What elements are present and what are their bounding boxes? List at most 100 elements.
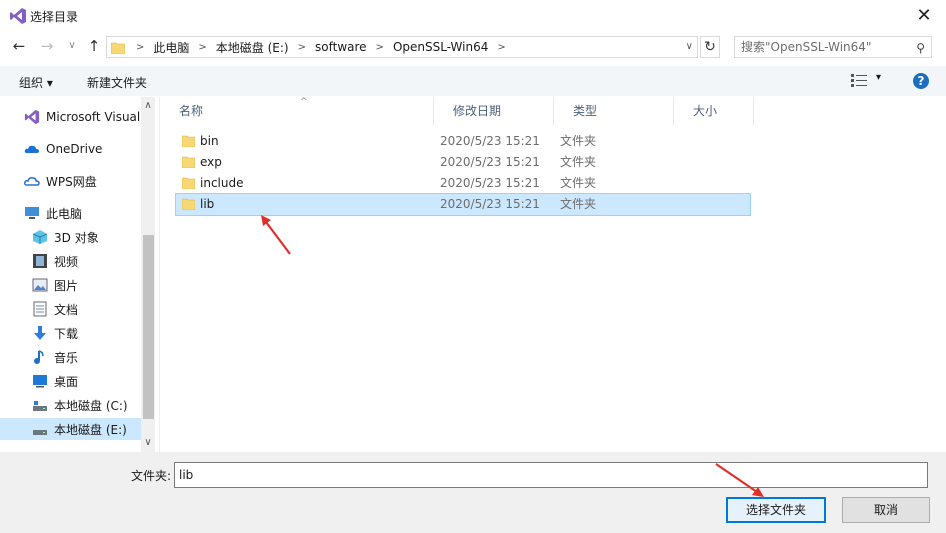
sidebar-item-label: 3D 对象 bbox=[54, 230, 99, 245]
crumb-separator: > bbox=[198, 41, 207, 53]
sidebar-item-videos[interactable]: 视频 bbox=[0, 250, 141, 272]
sidebar-item-label: 音乐 bbox=[54, 350, 79, 365]
sidebar-item-wps[interactable]: WPS网盘 bbox=[0, 170, 141, 192]
address-dropdown-button[interactable]: ∨ bbox=[686, 37, 693, 57]
sidebar-item-label: 视频 bbox=[54, 254, 79, 269]
folder-icon bbox=[182, 135, 195, 147]
sidebar-item-microsoft-visual[interactable]: Microsoft Visual bbox=[0, 106, 141, 128]
sidebar-item-onedrive[interactable]: OneDrive bbox=[0, 138, 141, 160]
file-date: 2020/5/23 15:21 bbox=[440, 197, 540, 211]
sidebar-item-3d[interactable]: 3D 对象 bbox=[0, 226, 141, 248]
scroll-up-button[interactable]: ∧ bbox=[141, 100, 155, 111]
address-bar[interactable]: > 此电脑 > 本地磁盘 (E:) > software > OpenSSL-W… bbox=[106, 36, 698, 58]
sidebar-item-label: 文档 bbox=[54, 302, 79, 317]
breadcrumb-this-pc[interactable]: 此电脑 bbox=[153, 39, 189, 56]
new-folder-button[interactable]: 新建文件夹 bbox=[87, 74, 147, 91]
select-folder-button[interactable]: 选择文件夹 bbox=[726, 497, 826, 523]
cancel-button[interactable]: 取消 bbox=[842, 497, 930, 523]
search-icon: ⚲ bbox=[916, 41, 925, 55]
file-date: 2020/5/23 15:21 bbox=[440, 134, 540, 148]
video-icon bbox=[33, 254, 47, 268]
sidebar-item-drive-e[interactable]: 本地磁盘 (E:) bbox=[0, 418, 141, 440]
drive-icon bbox=[33, 401, 47, 411]
drive-icon bbox=[33, 430, 47, 435]
crumb-separator: > bbox=[297, 41, 306, 53]
file-type: 文件夹 bbox=[560, 197, 597, 211]
recent-locations-button[interactable]: ∨ bbox=[62, 36, 82, 56]
sidebar-item-label: 桌面 bbox=[54, 374, 79, 389]
breadcrumb-openssl[interactable]: OpenSSL-Win64 bbox=[393, 40, 488, 54]
file-name: lib bbox=[200, 197, 215, 211]
desktop-icon bbox=[33, 375, 47, 388]
folder-icon bbox=[182, 156, 195, 168]
table-row[interactable]: exp 2020/5/23 15:21 文件夹 bbox=[176, 152, 750, 173]
computer-icon bbox=[25, 207, 39, 219]
sidebar-item-music[interactable]: 音乐 bbox=[0, 346, 141, 368]
download-icon bbox=[34, 326, 46, 340]
scroll-down-button[interactable]: ∨ bbox=[141, 437, 155, 448]
sidebar-item-label: Microsoft Visual bbox=[46, 110, 141, 124]
file-name: bin bbox=[200, 134, 219, 148]
scrollbar-thumb[interactable] bbox=[143, 235, 154, 419]
file-date: 2020/5/23 15:21 bbox=[440, 176, 540, 190]
crumb-separator: > bbox=[375, 41, 384, 53]
sidebar-item-label: 此电脑 bbox=[46, 206, 83, 221]
close-button[interactable]: ✕ bbox=[912, 5, 936, 27]
back-button[interactable]: ← bbox=[9, 36, 29, 56]
sidebar-item-downloads[interactable]: 下载 bbox=[0, 322, 141, 344]
music-icon bbox=[34, 350, 44, 364]
column-header-date[interactable]: 修改日期 bbox=[434, 97, 554, 125]
file-name: exp bbox=[200, 155, 222, 169]
sidebar-item-label: OneDrive bbox=[46, 142, 103, 156]
folder-name-input[interactable]: lib bbox=[174, 462, 928, 488]
folder-icon bbox=[111, 42, 125, 54]
picture-icon bbox=[32, 278, 48, 292]
file-type: 文件夹 bbox=[560, 176, 597, 190]
table-row[interactable]: include 2020/5/23 15:21 文件夹 bbox=[176, 173, 750, 194]
cube-icon bbox=[32, 230, 48, 244]
annotation-arrow-icon bbox=[261, 215, 291, 255]
file-name: include bbox=[200, 176, 244, 190]
folder-icon bbox=[182, 177, 195, 189]
sidebar-item-label: 下载 bbox=[54, 326, 79, 341]
sidebar-item-this-pc[interactable]: 此电脑 bbox=[0, 202, 141, 224]
crumb-separator: > bbox=[136, 41, 145, 53]
breadcrumb-drive-e[interactable]: 本地磁盘 (E:) bbox=[216, 39, 289, 56]
sidebar-item-label: 本地磁盘 (C:) bbox=[54, 398, 128, 413]
annotation-arrow-icon bbox=[715, 463, 764, 497]
view-options-icon[interactable] bbox=[851, 73, 867, 87]
toolbar: 组织 ▾ 新建文件夹 ▾ ? bbox=[0, 66, 946, 96]
view-dropdown-button[interactable]: ▾ bbox=[876, 72, 881, 83]
table-row[interactable]: bin 2020/5/23 15:21 文件夹 bbox=[176, 131, 750, 152]
file-list: 名称 修改日期 类型 大小 bin 2020/5/23 15:21 文件夹 ex… bbox=[159, 97, 946, 452]
search-input[interactable]: 搜索"OpenSSL-Win64" ⚲ bbox=[734, 36, 932, 58]
file-date: 2020/5/23 15:21 bbox=[440, 155, 540, 169]
visual-studio-icon bbox=[10, 8, 26, 24]
search-placeholder: 搜索"OpenSSL-Win64" bbox=[741, 40, 872, 54]
sidebar-item-label: 图片 bbox=[54, 278, 79, 293]
window-title: 选择目录 bbox=[30, 10, 79, 24]
cloud-icon bbox=[24, 145, 39, 153]
wps-cloud-icon bbox=[24, 177, 40, 186]
forward-button[interactable]: → bbox=[37, 36, 57, 56]
sidebar-item-pictures[interactable]: 图片 bbox=[0, 274, 141, 296]
breadcrumb-software[interactable]: software bbox=[315, 40, 367, 54]
column-header-name[interactable]: 名称 bbox=[160, 97, 434, 125]
column-header-size[interactable]: 大小 bbox=[674, 97, 754, 125]
document-icon bbox=[33, 301, 47, 317]
folder-icon bbox=[182, 198, 195, 210]
organize-button[interactable]: 组织 ▾ bbox=[19, 74, 53, 91]
sidebar-item-label: WPS网盘 bbox=[46, 174, 97, 189]
file-type: 文件夹 bbox=[560, 134, 597, 148]
column-header-type[interactable]: 类型 bbox=[554, 97, 674, 125]
up-button[interactable]: ↑ bbox=[84, 36, 104, 56]
sidebar-item-drive-c[interactable]: 本地磁盘 (C:) bbox=[0, 394, 141, 416]
refresh-button[interactable]: ↻ bbox=[700, 36, 720, 58]
sidebar-item-label: 本地磁盘 (E:) bbox=[54, 422, 127, 437]
help-icon[interactable]: ? bbox=[913, 73, 929, 89]
sidebar-item-desktop[interactable]: 桌面 bbox=[0, 370, 141, 392]
sort-indicator-icon: ^ bbox=[300, 97, 308, 107]
folder-field-label: 文件夹: bbox=[131, 469, 172, 483]
visual-studio-icon bbox=[24, 109, 40, 125]
sidebar-item-documents[interactable]: 文档 bbox=[0, 298, 141, 320]
